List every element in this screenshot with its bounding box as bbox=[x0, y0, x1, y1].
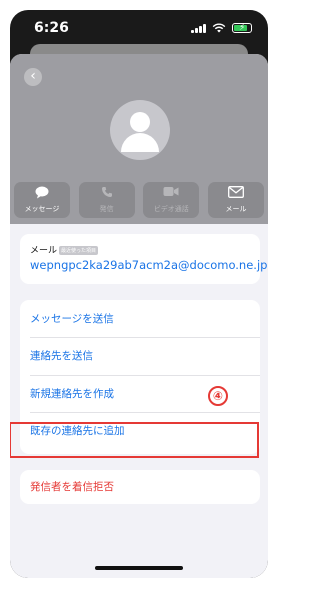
envelope-icon bbox=[228, 186, 244, 198]
video-camera-icon bbox=[163, 187, 179, 196]
email-label-row: メール 最近使った項目 bbox=[30, 243, 99, 256]
status-icons: ⚡ bbox=[191, 22, 252, 34]
signal-icon bbox=[191, 23, 206, 33]
email-card[interactable]: メール 最近使った項目 wepngpc2ka29ab7acm2a@docomo.n… bbox=[20, 234, 267, 284]
message-action-label: メッセージ bbox=[24, 205, 60, 213]
contact-header: ‹ メッセージ 発信 ビデオ通話 メール bbox=[10, 54, 268, 224]
block-card: 発信者を着信拒否 bbox=[20, 470, 260, 504]
status-bar: 6:26 ⚡ bbox=[10, 10, 268, 46]
contact-sheet: ‹ メッセージ 発信 ビデオ通話 メール メール 最近使った項目 wepngpc… bbox=[10, 54, 268, 578]
message-bubble-icon bbox=[35, 186, 49, 199]
send-contact-option[interactable]: 連絡先を送信 bbox=[30, 341, 260, 371]
video-action-button[interactable]: ビデオ通話 bbox=[143, 182, 200, 218]
email-address[interactable]: wepngpc2ka29ab7acm2a@docomo.ne.jp bbox=[30, 258, 267, 272]
mail-action-label: メール bbox=[225, 205, 247, 213]
message-action-button[interactable]: メッセージ bbox=[14, 182, 70, 218]
phone-icon bbox=[101, 187, 112, 197]
send-message-option[interactable]: メッセージを送信 bbox=[30, 304, 260, 334]
battery-icon: ⚡ bbox=[232, 23, 252, 33]
email-label: メール bbox=[30, 246, 58, 256]
mail-action-button[interactable]: メール bbox=[207, 182, 264, 218]
step-number-annotation: ④ bbox=[208, 386, 228, 406]
avatar bbox=[110, 100, 170, 160]
home-indicator bbox=[95, 566, 183, 570]
highlight-box-annotation bbox=[10, 422, 259, 458]
recent-badge: 最近使った項目 bbox=[59, 246, 99, 255]
call-action-label: 発信 bbox=[99, 205, 114, 213]
action-buttons: メッセージ 発信 ビデオ通話 メール bbox=[14, 182, 264, 218]
divider bbox=[30, 412, 260, 413]
divider bbox=[30, 337, 260, 338]
back-button[interactable]: ‹ bbox=[24, 68, 42, 86]
person-icon bbox=[121, 112, 159, 152]
phone-frame: 6:26 ⚡ ‹ メッセージ 発信 ビデオ通話 メール メール 最近使った項目 … bbox=[10, 10, 268, 578]
call-action-button[interactable]: 発信 bbox=[78, 182, 135, 218]
divider bbox=[30, 375, 260, 376]
status-time: 6:26 bbox=[34, 20, 69, 36]
chevron-left-icon: ‹ bbox=[30, 68, 36, 84]
video-action-label: ビデオ通話 bbox=[153, 205, 189, 213]
block-caller-button[interactable]: 発信者を着信拒否 bbox=[30, 470, 114, 504]
background-sheet bbox=[30, 44, 248, 54]
wifi-icon bbox=[212, 23, 226, 33]
